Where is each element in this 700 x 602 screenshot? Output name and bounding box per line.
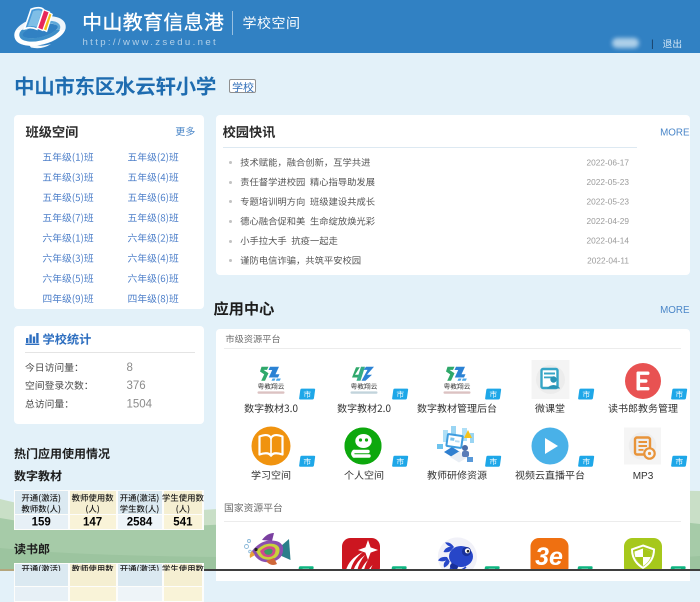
svg-text:2022-05-23: 2022-05-23 [587, 177, 630, 187]
svg-text:541: 541 [173, 517, 193, 529]
svg-text:3e: 3e [535, 543, 563, 571]
svg-text:MORE: MORE [660, 128, 690, 139]
svg-text:2022-05-23: 2022-05-23 [587, 197, 630, 207]
svg-text:2022-06-17: 2022-06-17 [587, 157, 630, 167]
svg-text:2584: 2584 [127, 517, 153, 529]
svg-text:MP3: MP3 [633, 471, 654, 482]
svg-text:147: 147 [83, 517, 102, 529]
svg-text:http://www.zsedu.net: http://www.zsedu.net [83, 37, 219, 48]
svg-text:2022-04-29: 2022-04-29 [587, 216, 630, 226]
svg-text:|: | [651, 38, 654, 50]
svg-text:376: 376 [127, 380, 146, 392]
svg-text:MORE: MORE [660, 305, 690, 316]
svg-text:8: 8 [127, 362, 133, 374]
svg-text:1504: 1504 [127, 399, 153, 411]
svg-text:2022-04-11: 2022-04-11 [587, 255, 629, 265]
svg-text:2022-04-14: 2022-04-14 [587, 236, 630, 246]
svg-text:159: 159 [32, 517, 51, 529]
